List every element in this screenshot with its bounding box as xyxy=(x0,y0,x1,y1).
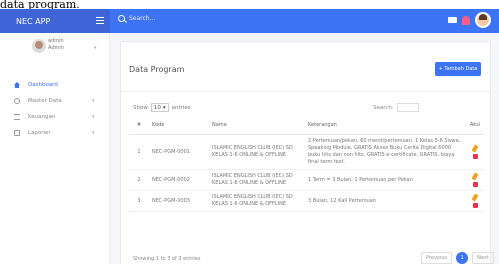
table-search: Search: xyxy=(373,103,419,112)
cell-nama: ISLAMIC ENGLISH CLUB (IEC) SD KELAS 1-6 … xyxy=(209,134,305,170)
sidebar-nav: Dashboard Master Data ▾ Keuangan ▾ Lapor… xyxy=(0,77,110,141)
cell-actions xyxy=(466,169,484,191)
pagination: Previous 1 Next xyxy=(421,252,494,264)
sidebar-item-keuangan[interactable]: Keuangan ▾ xyxy=(0,109,110,125)
edit-icon[interactable] xyxy=(471,144,479,153)
chevron-down-icon: ▾ xyxy=(92,114,95,120)
table-header-row: # Kode Nama Keterangan Aksi xyxy=(129,116,484,135)
sidebar-item-label: Dashboard xyxy=(28,82,58,88)
entries-info: Showing 1 to 3 of 3 entries xyxy=(133,256,201,262)
cell-number: 1 xyxy=(129,134,149,170)
column-header-nama[interactable]: Nama xyxy=(209,116,305,135)
column-header-kode[interactable]: Kode xyxy=(149,116,209,135)
previous-button[interactable]: Previous xyxy=(421,252,453,264)
sidebar-item-laporan[interactable]: Laporan ▾ xyxy=(0,125,110,141)
sidebar-item-dashboard[interactable]: Dashboard xyxy=(0,77,110,93)
avatar xyxy=(32,39,46,53)
topbar: Search... xyxy=(110,9,499,33)
main-content: Data Program + Tambah Data Show 10 ▾ ent… xyxy=(110,33,499,264)
list-icon xyxy=(14,114,20,120)
cell-nama: ISLAMIC ENGLISH CLUB (IEC) SD KELAS 1-6 … xyxy=(209,190,305,212)
column-header-aksi: Aksi xyxy=(466,116,484,135)
page-1-button[interactable]: 1 xyxy=(456,252,469,264)
table-row: 2 NEC-PGM-0002 ISLAMIC ENGLISH CLUB (IEC… xyxy=(129,169,484,191)
bell-icon[interactable] xyxy=(462,15,470,25)
topbar-icons xyxy=(448,12,491,28)
entries-label: entries xyxy=(171,104,191,111)
sidebar-item-master-data[interactable]: Master Data ▾ xyxy=(0,93,110,109)
envelope-icon[interactable] xyxy=(448,17,457,23)
sidebar-item-label: Master Data xyxy=(28,98,62,104)
edit-icon[interactable] xyxy=(471,193,479,202)
cell-kode: NEC-PGM-0001 xyxy=(149,134,209,170)
show-label: Show xyxy=(133,104,148,111)
user-name: admin xyxy=(48,38,64,44)
gear-icon xyxy=(14,98,20,104)
trash-icon[interactable] xyxy=(472,203,478,208)
brand-label: NEC APP xyxy=(16,16,51,26)
cell-keterangan: 2 Pertemuan/pekan, 60 menit/pertemuan, 1… xyxy=(305,134,466,170)
app-brand[interactable]: NEC APP xyxy=(0,9,110,33)
entries-select[interactable]: 10 ▾ xyxy=(150,103,169,112)
chevron-down-icon: ▾ xyxy=(92,98,95,104)
cell-number: 2 xyxy=(129,169,149,191)
trash-icon[interactable] xyxy=(472,182,478,187)
entries-length-control: Show 10 ▾ entries xyxy=(133,103,191,112)
column-header-number[interactable]: # xyxy=(129,116,149,135)
cell-keterangan: 3 Bulan, 12 Kali Pertemuan xyxy=(305,190,466,212)
chevron-down-icon: ▾ xyxy=(92,130,95,136)
divider xyxy=(121,91,490,92)
table-row: 1 NEC-PGM-0001 ISLAMIC ENGLISH CLUB (IEC… xyxy=(129,134,484,170)
menu-toggle-icon[interactable] xyxy=(96,17,104,24)
home-icon xyxy=(14,82,20,88)
user-avatar[interactable] xyxy=(475,12,491,28)
program-table: # Kode Nama Keterangan Aksi 1 NEC-PGM-00… xyxy=(129,116,484,212)
search-icon xyxy=(118,15,125,22)
table-row: 3 NEC-PGM-0003 ISLAMIC ENGLISH CLUB (IEC… xyxy=(129,190,484,212)
page-title: Data Program xyxy=(129,65,185,74)
cell-kode: NEC-PGM-0002 xyxy=(149,169,209,191)
cell-keterangan: 1 Term = 3 Bulan, 1 Pertemuan per Pekan xyxy=(305,169,466,191)
sidebar-item-label: Keuangan xyxy=(28,114,56,120)
chevron-down-icon[interactable]: ▾ xyxy=(94,45,97,51)
data-card: Data Program + Tambah Data Show 10 ▾ ent… xyxy=(120,41,494,264)
cell-nama: ISLAMIC ENGLISH CLUB (IEC) SD KELAS 1-6 … xyxy=(209,169,305,191)
entries-value: 10 xyxy=(153,104,161,111)
column-header-keterangan[interactable]: Keterangan xyxy=(305,116,466,135)
cell-actions xyxy=(466,190,484,212)
trash-icon[interactable] xyxy=(472,154,478,159)
edit-icon[interactable] xyxy=(471,172,479,181)
search-placeholder: Search... xyxy=(129,15,156,22)
document-icon xyxy=(14,130,20,136)
cell-actions xyxy=(466,134,484,170)
profile-text: admin Admin xyxy=(48,38,64,52)
add-data-button[interactable]: + Tambah Data xyxy=(435,62,481,76)
chevron-down-icon: ▾ xyxy=(162,104,166,111)
user-role: Admin xyxy=(48,45,64,51)
page-caption: data program. xyxy=(0,0,80,9)
next-button[interactable]: Next xyxy=(472,252,494,264)
sidebar: admin Admin ▾ Dashboard Master Data ▾ Ke… xyxy=(0,33,110,264)
sidebar-item-label: Laporan xyxy=(28,130,51,136)
sidebar-profile[interactable]: admin Admin ▾ xyxy=(0,33,109,67)
search-label: Search: xyxy=(373,104,394,111)
cell-kode: NEC-PGM-0003 xyxy=(149,190,209,212)
topbar-search[interactable]: Search... xyxy=(118,15,155,22)
cell-number: 3 xyxy=(129,190,149,212)
table-search-input[interactable] xyxy=(396,103,419,112)
